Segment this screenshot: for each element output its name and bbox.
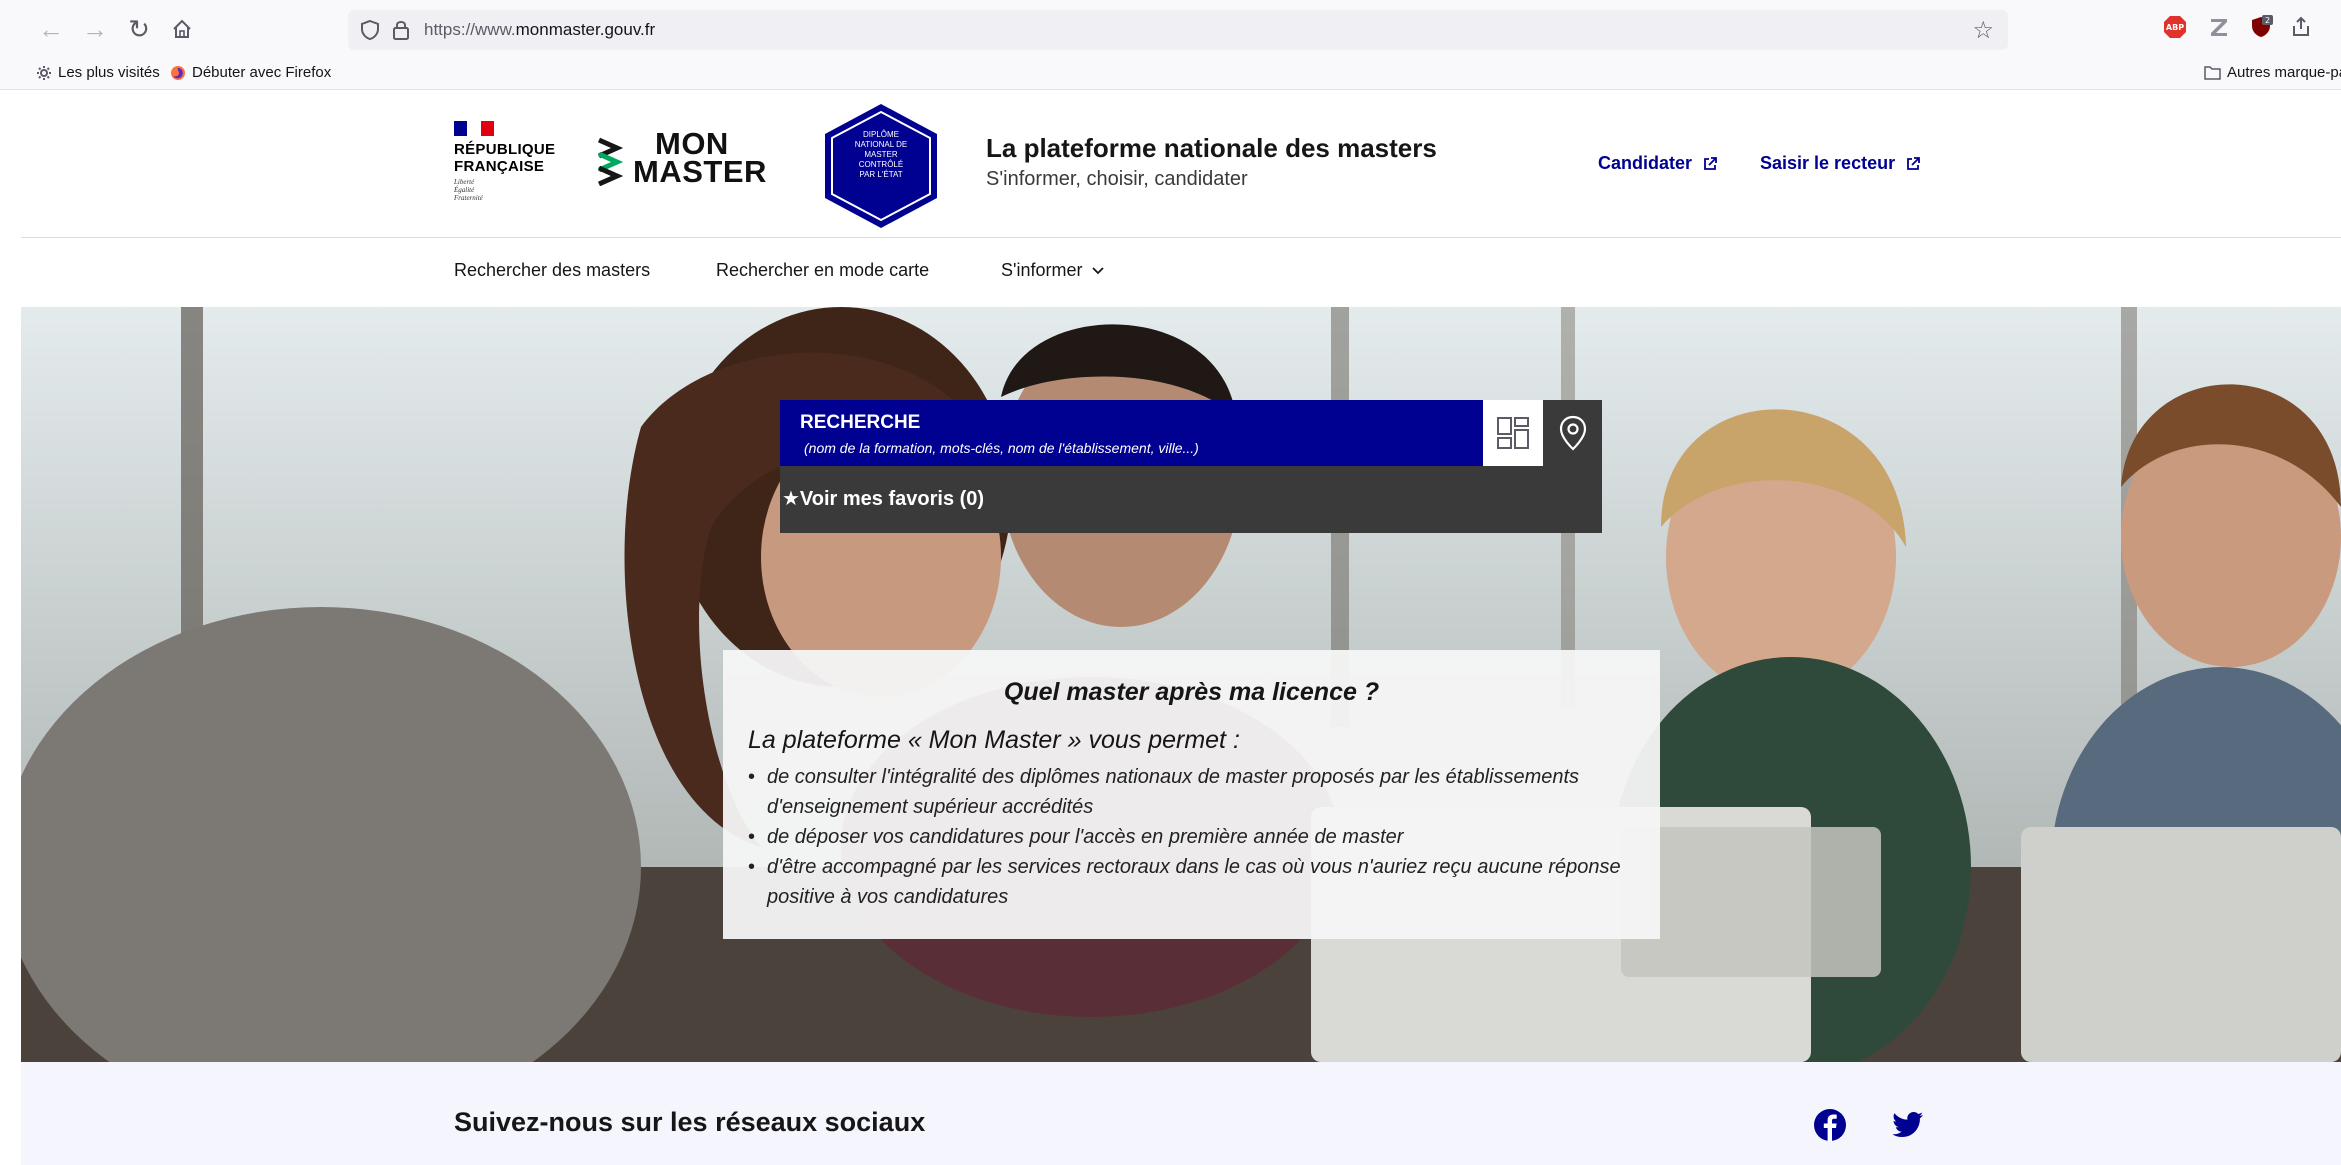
- intro-list: de consulter l'intégralité des diplômes …: [748, 762, 1638, 912]
- back-arrow-icon[interactable]: ←: [36, 14, 66, 44]
- gear-icon: [37, 65, 51, 80]
- seal-line: DIPLÔME: [862, 130, 899, 139]
- url-domain: monmaster.gouv.fr: [515, 20, 656, 39]
- address-bar[interactable]: https://www.monmaster.gouv.fr ☆: [348, 10, 2008, 50]
- list-item: de déposer vos candidatures pour l'accès…: [748, 822, 1638, 852]
- motto-line: Égalité: [454, 186, 475, 194]
- zotero-icon[interactable]: [2207, 15, 2231, 39]
- site-tagline: S'informer, choisir, candidater: [986, 168, 1248, 190]
- main-navigation: Rechercher des masters Rechercher en mod…: [21, 238, 2341, 307]
- extension-badge: 2: [2265, 16, 2270, 25]
- favorites-bar: ★Voir mes favoris (0): [780, 466, 1602, 533]
- browser-toolbar: ← → ↻ https://www.monmaster.gouv.fr ☆ AB…: [0, 0, 2341, 60]
- facebook-icon[interactable]: [1813, 1108, 1847, 1142]
- site-title: La plateforme nationale des masters: [986, 133, 1437, 163]
- candidater-label: Candidater: [1598, 153, 1693, 173]
- seal-line: PAR L'ÉTAT: [859, 170, 903, 179]
- seal-line: CONTRÔLÉ: [858, 160, 904, 169]
- bookmark-label: Les plus visités: [58, 64, 160, 81]
- bookmark-most-visited[interactable]: Les plus visités: [36, 64, 160, 81]
- republic-name-line1: RÉPUBLIQUE: [454, 141, 556, 158]
- follow-title: Suivez-nous sur les réseaux sociaux: [454, 1107, 926, 1137]
- intro-lead: La plateforme « Mon Master » vous permet…: [748, 726, 1240, 754]
- seal-line: MASTER: [864, 150, 898, 159]
- url-text[interactable]: https://www.monmaster.gouv.fr: [424, 20, 655, 40]
- saisir-recteur-label: Saisir le recteur: [1760, 153, 1896, 173]
- firefox-icon: [171, 65, 185, 80]
- search-label: RECHERCHE: [800, 412, 921, 433]
- hero-banner: RECHERCHE (nom de la formation, mots-clé…: [21, 307, 2341, 1062]
- candidater-link[interactable]: Candidater: [1598, 153, 1718, 174]
- bookmarks-bar: Les plus visités Débuter avec Firefox Au…: [0, 60, 2341, 90]
- saisir-recteur-link[interactable]: Saisir le recteur: [1760, 153, 1921, 174]
- external-link-icon: [1907, 156, 1920, 170]
- share-icon[interactable]: [2289, 15, 2313, 39]
- nav-item-map-search[interactable]: Rechercher en mode carte: [716, 260, 929, 281]
- intro-card: Quel master après ma licence ? La platef…: [723, 650, 1660, 939]
- motto-line: Liberté: [454, 178, 475, 186]
- bookmark-getting-started[interactable]: Débuter avec Firefox: [170, 64, 331, 81]
- view-favorites-link[interactable]: ★Voir mes favoris (0): [782, 486, 984, 511]
- search-widget: RECHERCHE (nom de la formation, mots-clé…: [780, 400, 1602, 533]
- site-header: RÉPUBLIQUE FRANÇAISE Liberté Égalité Fra…: [21, 90, 2341, 238]
- republic-name-line2: FRANÇAISE: [454, 158, 545, 175]
- grid-view-icon: [1497, 417, 1529, 449]
- search-input[interactable]: RECHERCHE (nom de la formation, mots-clé…: [780, 400, 1483, 466]
- nav-item-label: S'informer: [1001, 260, 1083, 280]
- map-view-button[interactable]: [1543, 400, 1602, 466]
- logo-word-master: MASTER: [633, 154, 767, 189]
- search-hint: (nom de la formation, mots-clés, nom de …: [804, 440, 1199, 456]
- nav-item-sinformer[interactable]: S'informer: [1001, 260, 1105, 281]
- list-item: de consulter l'intégralité des diplômes …: [748, 762, 1638, 822]
- list-item: d'être accompagné par les services recto…: [748, 852, 1638, 912]
- french-flag: [454, 121, 494, 136]
- svg-text:ABP: ABP: [2166, 23, 2184, 32]
- tracking-shield-icon[interactable]: [360, 19, 380, 41]
- map-pin-icon: [1559, 415, 1586, 451]
- folder-icon: [2204, 66, 2221, 80]
- reload-icon[interactable]: ↻: [124, 14, 154, 44]
- list-view-button[interactable]: [1483, 400, 1543, 466]
- other-bookmarks[interactable]: Autres marque-pa: [2204, 64, 2341, 81]
- forward-arrow-icon[interactable]: →: [80, 14, 110, 44]
- seal-line: NATIONAL DE: [854, 140, 908, 149]
- bookmark-star-icon[interactable]: ☆: [1972, 16, 1994, 45]
- home-icon[interactable]: [167, 14, 197, 44]
- ublock-icon[interactable]: 2: [2249, 15, 2273, 39]
- intro-question: Quel master après ma licence ?: [1003, 678, 1380, 706]
- lock-icon[interactable]: [392, 19, 410, 41]
- bookmark-label: Débuter avec Firefox: [192, 64, 332, 81]
- url-prefix: https://www.: [424, 20, 516, 39]
- mon-master-wordmark[interactable]: MON MASTER: [633, 128, 767, 189]
- seal-text: DIPLÔME NATIONAL DE MASTER CONTRÔLÉ PAR …: [837, 130, 925, 180]
- republique-francaise-logo[interactable]: RÉPUBLIQUE FRANÇAISE: [454, 141, 555, 175]
- external-link-icon: [1704, 156, 1717, 170]
- social-follow-band: Suivez-nous sur les réseaux sociaux: [21, 1062, 2341, 1165]
- adblock-icon[interactable]: ABP: [2163, 15, 2187, 39]
- republic-motto: Liberté Égalité Fraternité: [454, 178, 483, 202]
- chevron-down-icon: [1092, 266, 1105, 274]
- nav-item-search-masters[interactable]: Rechercher des masters: [454, 260, 650, 281]
- motto-line: Fraternité: [454, 194, 483, 202]
- twitter-icon[interactable]: [1891, 1108, 1925, 1142]
- other-bookmarks-label: Autres marque-pa: [2227, 64, 2341, 81]
